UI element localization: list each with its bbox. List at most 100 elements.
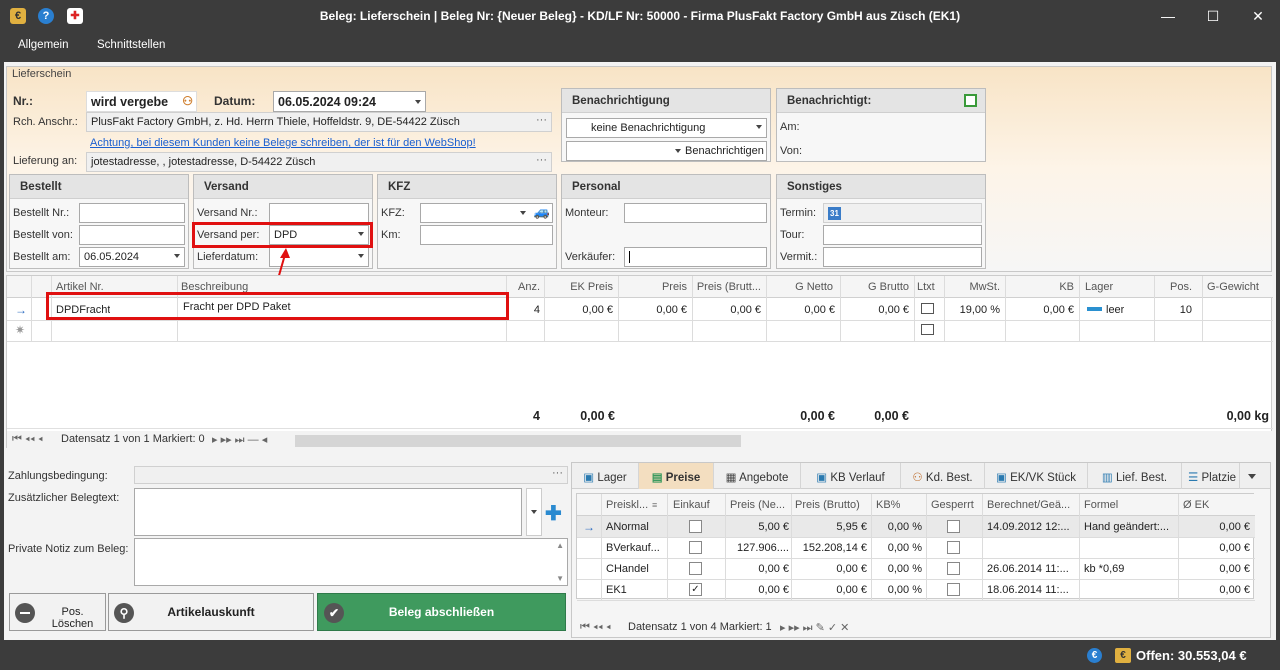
beleg-text-dropdown[interactable] [526, 488, 542, 536]
preise-row2-brutto[interactable]: 0,00 € [793, 563, 867, 575]
car-icon[interactable]: 🚙 [534, 204, 550, 220]
col-mwst[interactable]: MwSt. [947, 281, 1000, 293]
preise-col-netto[interactable]: Preis (Ne... [730, 499, 785, 511]
tab-angebote[interactable]: ▦ Angebote [714, 463, 801, 489]
preise-row2-gesperrt-checkbox[interactable] [947, 562, 960, 575]
preise-col-einkauf[interactable]: Einkauf [673, 499, 710, 511]
tab-kd-best[interactable]: ⚇ Kd. Best. [901, 463, 985, 489]
vermit-input[interactable] [823, 247, 982, 267]
row-preis-brutto[interactable]: 0,00 € [693, 304, 761, 316]
zahlung-input[interactable]: ··· [134, 466, 568, 484]
preise-row2-einkauf-checkbox[interactable] [689, 562, 702, 575]
preise-row0-gesperrt-checkbox[interactable] [947, 520, 960, 533]
row-lager[interactable]: leer [1106, 304, 1124, 316]
preise-col-klasse[interactable]: Preiskl... [606, 499, 648, 511]
more-icon[interactable]: ··· [552, 467, 563, 479]
nav-buttons[interactable]: ⏮ ◂◂ ◂ [12, 433, 43, 446]
preise-col-berechnet[interactable]: Berechnet/Geä... [987, 499, 1070, 511]
col-lager[interactable]: Lager [1085, 281, 1113, 293]
termin-input[interactable]: 31 [823, 203, 982, 223]
col-preis[interactable]: Preis [619, 281, 687, 293]
scroll-down-icon[interactable]: ▼ [556, 574, 564, 583]
calendar-icon[interactable]: 31 [828, 207, 841, 220]
preise-row3-gesperrt-checkbox[interactable] [947, 583, 960, 596]
more-icon[interactable]: ··· [536, 154, 547, 166]
row-anz[interactable]: 4 [507, 304, 540, 316]
bestellt-nr-input[interactable] [79, 203, 185, 223]
col-g-netto[interactable]: G Netto [767, 281, 833, 293]
minimize-button[interactable]: — [1158, 6, 1178, 26]
person-icon[interactable]: ⚇ [182, 94, 193, 108]
preise-row3-einkauf-checkbox[interactable]: ✓ [689, 583, 702, 596]
menu-schnittstellen[interactable]: Schnittstellen [97, 39, 165, 51]
tab-overflow-chevron-icon[interactable] [1248, 474, 1256, 479]
close-button[interactable]: ✕ [1248, 6, 1268, 26]
preise-col-kb[interactable]: KB% [876, 499, 900, 511]
beleg-text-input[interactable] [134, 488, 522, 536]
lieferung-field[interactable]: jotestadresse, , jotestadresse, D-54422 … [86, 152, 552, 172]
bestellt-von-input[interactable] [79, 225, 185, 245]
col-pos[interactable]: Pos. [1157, 281, 1192, 293]
preise-row0-kb[interactable]: 0,00 % [873, 521, 922, 533]
maximize-button[interactable]: ☐ [1203, 6, 1223, 26]
rch-field[interactable]: PlusFakt Factory GmbH, z. Hd. Herrn Thie… [86, 112, 552, 132]
preise-col-ek[interactable]: Ø EK [1183, 499, 1209, 511]
benachrichtigt-checkbox[interactable] [964, 94, 977, 107]
preise-row2-netto[interactable]: 0,00 € [727, 563, 789, 575]
row-pos[interactable]: 10 [1157, 304, 1192, 316]
preise-row3-brutto[interactable]: 0,00 € [793, 584, 867, 596]
pos-loeschen-button[interactable]: Pos. Löschen [9, 593, 106, 631]
preise-col-formel[interactable]: Formel [1084, 499, 1118, 511]
bestellt-am-input[interactable]: 06.05.2024 [79, 247, 185, 267]
preise-row2-klasse[interactable]: CHandel [606, 563, 649, 575]
row-g-brutto[interactable]: 0,00 € [841, 304, 909, 316]
preise-row0-netto[interactable]: 5,00 € [727, 521, 789, 533]
menu-allgemein[interactable]: Allgemein [18, 39, 69, 51]
longtext-icon[interactable] [921, 303, 934, 314]
col-kb[interactable]: KB [1007, 281, 1074, 293]
col-anz[interactable]: Anz. [507, 281, 540, 293]
tab-ek-vk-stueck[interactable]: ▣ EK/VK Stück [985, 463, 1088, 489]
preise-row0-brutto[interactable]: 5,95 € [793, 521, 867, 533]
chevron-down-icon[interactable] [520, 211, 526, 215]
preise-row2-formel[interactable]: kb *0,69 [1084, 563, 1176, 575]
row-mwst[interactable]: 19,00 % [947, 304, 1000, 316]
benachrichtigung-select[interactable]: keine Benachrichtigung [566, 118, 767, 138]
chevron-down-icon[interactable] [415, 100, 421, 104]
verkaeufer-input[interactable] [624, 247, 767, 267]
preise-nav-buttons[interactable]: ⏮ ◂◂ ◂ [580, 621, 611, 634]
preise-row3-kb[interactable]: 0,00 % [873, 584, 922, 596]
tab-platzierung[interactable]: ☰ Platzie [1182, 463, 1240, 489]
notiz-input[interactable]: ▲ ▼ [134, 538, 568, 586]
preise-row2-kb[interactable]: 0,00 % [873, 563, 922, 575]
datum-field[interactable]: 06.05.2024 09:24 [273, 91, 426, 112]
preise-row1-brutto[interactable]: 152.208,14 € [793, 542, 867, 554]
preise-grid[interactable]: Preiskl... ≡ Einkauf Preis (Ne... Preis … [576, 493, 1255, 601]
row-preis[interactable]: 0,00 € [619, 304, 687, 316]
nr-field[interactable]: wird vergebe ⚇ [86, 91, 197, 112]
row-kb[interactable]: 0,00 € [1007, 304, 1074, 316]
col-g-gewicht[interactable]: G-Gewicht [1207, 281, 1259, 293]
chevron-down-icon[interactable] [756, 125, 762, 129]
nav-buttons-next[interactable]: ▸ ▸▸ ⏭ — ◂ [212, 433, 267, 447]
euro-icon[interactable]: € [1087, 648, 1102, 663]
preise-row3-klasse[interactable]: EK1 [606, 584, 627, 596]
tour-input[interactable] [823, 225, 982, 245]
tab-kb-verlauf[interactable]: ▣ KB Verlauf [801, 463, 901, 489]
monteur-input[interactable] [624, 203, 767, 223]
col-preis-brutto[interactable]: Preis (Brutt... [693, 281, 761, 293]
versand-nr-input[interactable] [269, 203, 369, 223]
row-g-netto[interactable]: 0,00 € [767, 304, 835, 316]
col-g-brutto[interactable]: G Brutto [841, 281, 909, 293]
more-icon[interactable]: ··· [536, 114, 547, 126]
preise-row1-klasse[interactable]: BVerkauf... [606, 542, 660, 554]
preise-row0-klasse[interactable]: ANormal [606, 521, 649, 533]
preise-row0-formel[interactable]: Hand geändert:... [1084, 521, 1176, 533]
artikelauskunft-button[interactable]: ⚲ Artikelauskunft [108, 593, 314, 631]
add-icon[interactable]: ✚ [545, 501, 562, 526]
warning-link[interactable]: Achtung, bei diesem Kunden keine Belege … [90, 137, 476, 149]
kfz-input[interactable]: 🚙 [420, 203, 553, 223]
preise-row3-netto[interactable]: 0,00 € [727, 584, 789, 596]
chevron-down-icon[interactable] [358, 254, 364, 258]
preise-row1-gesperrt-checkbox[interactable] [947, 541, 960, 554]
